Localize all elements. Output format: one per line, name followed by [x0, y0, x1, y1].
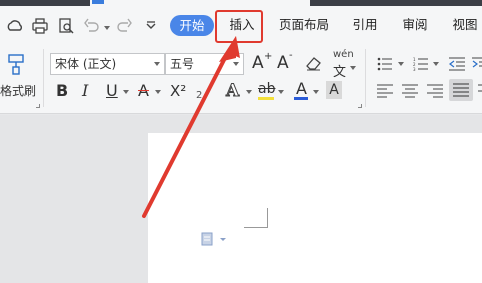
tab-view[interactable]: 视图 [450, 14, 480, 36]
text-effect-button[interactable]: A [225, 82, 239, 101]
chevron-down-icon[interactable] [350, 66, 356, 70]
customize-toolbar-icon[interactable] [142, 17, 160, 35]
font-size-value: 五号 [170, 57, 195, 71]
justify-button[interactable] [449, 79, 473, 101]
chevron-down-icon[interactable] [313, 90, 319, 94]
menu-bar: 开始 插入 页面布局 引用 审阅 视图 [0, 6, 482, 44]
shrink-font-icon[interactable]: A [277, 54, 289, 72]
group-divider [365, 49, 366, 107]
tab-start[interactable]: 开始 [170, 15, 214, 36]
document-page[interactable] [148, 133, 482, 283]
chevron-down-icon[interactable] [398, 62, 404, 66]
group-divider [43, 49, 44, 107]
print-preview-icon[interactable] [57, 17, 75, 35]
font-color-button[interactable]: A [296, 80, 307, 98]
tab-page-layout[interactable]: 页面布局 [278, 14, 330, 36]
superscript-button[interactable]: X² [170, 82, 186, 100]
chevron-down-icon[interactable] [246, 90, 252, 94]
underline-button[interactable]: U [106, 82, 118, 100]
minus-icon: - [289, 50, 293, 61]
bullet-list-icon[interactable] [377, 56, 393, 71]
font-name-select[interactable]: 宋体 (正文) [50, 53, 165, 75]
bold-button[interactable]: B [56, 82, 68, 100]
document-workspace [0, 115, 482, 283]
cloud-sync-icon[interactable] [6, 17, 24, 35]
undo-dropdown-icon[interactable] [104, 26, 110, 30]
decrease-indent-icon[interactable] [449, 56, 465, 71]
page-corner-marker [244, 208, 268, 228]
highlight-button[interactable]: ab [258, 80, 275, 98]
clear-format-icon[interactable] [304, 55, 322, 71]
paragraph-layout-icon[interactable] [200, 231, 230, 246]
format-painter-label[interactable]: 格式刷 [0, 82, 36, 99]
italic-button[interactable]: I [82, 82, 88, 100]
font-size-select[interactable]: 五号 [165, 53, 244, 75]
align-center-icon[interactable] [402, 83, 418, 98]
chevron-down-icon [154, 62, 160, 66]
grow-font-icon[interactable]: A [252, 54, 264, 72]
insert-tab-highlight [215, 10, 263, 43]
font-name-value: 宋体 (正文) [55, 57, 117, 71]
highlight-color-bar [258, 97, 274, 100]
chevron-down-icon [233, 62, 239, 66]
char-shading-button[interactable]: A [326, 81, 342, 99]
undo-icon[interactable] [83, 17, 101, 35]
format-painter-icon[interactable] [5, 52, 27, 76]
redo-icon[interactable] [115, 17, 133, 35]
strikethrough-button[interactable]: A [138, 82, 149, 100]
tab-references[interactable]: 引用 [350, 14, 380, 36]
chevron-down-icon[interactable] [123, 90, 129, 94]
ribbon-toolbar: 格式刷 宋体 (正文) 五号 A + A - wén 文 B I U A X² … [0, 44, 482, 114]
align-left-icon[interactable] [377, 83, 393, 98]
font-launcher-icon[interactable] [358, 104, 362, 108]
document-tab-indicator [92, 0, 104, 4]
numbered-list-icon[interactable]: 123 [413, 56, 429, 72]
chevron-down-icon[interactable] [155, 90, 161, 94]
svg-text:3: 3 [413, 67, 416, 71]
clipboard-launcher-icon[interactable] [36, 104, 40, 108]
increase-indent-icon[interactable] [472, 56, 482, 70]
tab-review[interactable]: 审阅 [400, 14, 430, 36]
chevron-down-icon[interactable] [433, 62, 439, 66]
chevron-down-icon[interactable] [278, 90, 284, 94]
align-right-icon[interactable] [427, 83, 443, 98]
print-icon[interactable] [31, 17, 49, 35]
font-color-bar [294, 97, 308, 100]
subscript-icon[interactable]: 2 [196, 90, 202, 101]
distribute-icon[interactable] [478, 83, 482, 97]
plus-icon: + [264, 51, 273, 62]
phonetic-char-icon: 文 [333, 65, 347, 80]
phonetic-guide-icon[interactable]: wén [333, 49, 354, 60]
